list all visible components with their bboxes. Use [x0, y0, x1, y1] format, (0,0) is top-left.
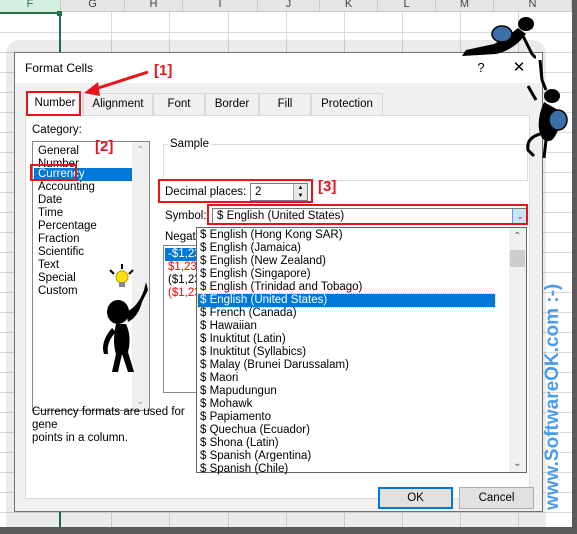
symbol-option[interactable]: $ French (Canada) [198, 307, 495, 320]
scroll-down-icon[interactable]: ⌄ [509, 455, 526, 472]
symbol-option[interactable]: $ Mapudungun [198, 385, 495, 398]
annotation-label-3: [3] [318, 178, 337, 195]
column-header-m[interactable]: M [436, 0, 494, 12]
description-line: Currency formats are used for gene [32, 406, 185, 431]
category-item-general[interactable]: General [34, 145, 133, 158]
column-header-n[interactable]: N [494, 0, 572, 12]
category-item-accounting[interactable]: Accounting [34, 181, 133, 194]
symbol-label: Symbol: [165, 210, 207, 222]
annotation-box-tab [26, 91, 81, 116]
column-header-f[interactable]: F [0, 0, 61, 12]
annotation-box-category [30, 164, 77, 181]
help-button[interactable]: ? [471, 58, 491, 78]
tab-border[interactable]: Border [205, 93, 259, 115]
monkey-hanging-icon [526, 60, 568, 159]
watermark-text: www.SoftwareOK.com :-) [542, 283, 563, 510]
scroll-up-icon[interactable]: ⌃ [132, 142, 149, 159]
category-description: Currency formats are used for gene point… [32, 406, 212, 445]
tab-font[interactable]: Font [153, 93, 205, 115]
annotation-box-symbol [207, 204, 528, 225]
monkey-climbing-icon [462, 17, 536, 59]
frame-edge [0, 527, 577, 534]
symbol-option[interactable]: $ Quechua (Ecuador) [198, 424, 495, 437]
symbol-option[interactable]: $ Papiamento [198, 411, 495, 424]
column-header-row: F G H I J K L M N [0, 0, 577, 12]
symbol-option[interactable]: $ English (Trinidad and Tobago) [198, 281, 495, 294]
tab-protection[interactable]: Protection [311, 93, 383, 115]
sample-group: Sample [163, 138, 528, 181]
symbol-option[interactable]: $ English (Singapore) [198, 268, 495, 281]
symbol-option[interactable]: $ Hawaiian [198, 320, 495, 333]
ok-button[interactable]: OK [378, 487, 453, 509]
column-header-l[interactable]: L [378, 0, 436, 12]
stick-figure-idea-icon [103, 264, 148, 372]
column-header-g[interactable]: G [61, 0, 125, 12]
annotation-label-1: [1] [154, 62, 173, 79]
category-item-scientific[interactable]: Scientific [34, 246, 133, 259]
symbol-option[interactable]: $ English (United States) [197, 293, 496, 308]
symbol-option[interactable]: $ Inuktitut (Latin) [198, 333, 495, 346]
scrollbar-thumb[interactable] [510, 250, 525, 267]
annotation-box-decimal [158, 179, 313, 203]
symbol-option[interactable]: $ Malay (Brunei Darussalam) [198, 359, 495, 372]
fill-handle[interactable] [57, 11, 62, 16]
symbol-option[interactable]: $ Inuktitut (Syllabics) [198, 346, 495, 359]
category-item-date[interactable]: Date [34, 194, 133, 207]
symbol-option[interactable]: $ Spanish (Argentina) [198, 450, 495, 463]
column-header-i[interactable]: I [183, 0, 258, 12]
symbol-option[interactable]: $ Spanish (Chile) [198, 463, 495, 476]
category-item-time[interactable]: Time [34, 207, 133, 220]
symbol-option[interactable]: $ Shona (Latin) [198, 437, 495, 450]
category-item-percentage[interactable]: Percentage [34, 220, 133, 233]
column-header-j[interactable]: J [258, 0, 320, 12]
scroll-up-icon[interactable]: ⌃ [509, 228, 526, 245]
category-label: Category: [32, 124, 82, 136]
symbol-option[interactable]: $ Mohawk [198, 398, 495, 411]
category-item-fraction[interactable]: Fraction [34, 233, 133, 246]
symbol-options-list[interactable]: $ English (Hong Kong SAR) $ English (Jama… [196, 227, 527, 476]
frame-edge [572, 0, 577, 534]
symbol-option[interactable]: $ English (Jamaica) [198, 242, 495, 255]
column-header-k[interactable]: K [320, 0, 378, 12]
symbol-option[interactable]: $ English (New Zealand) [198, 255, 495, 268]
annotation-arrow-icon [84, 70, 149, 96]
annotation-label-2: [2] [95, 138, 114, 155]
sample-label: Sample [168, 138, 211, 150]
symbol-option[interactable]: $ Maori [198, 372, 495, 385]
description-line: points in a column. [32, 432, 128, 444]
cell-selection-border [0, 12, 61, 14]
tab-fill[interactable]: Fill [259, 93, 311, 115]
column-header-h[interactable]: H [125, 0, 183, 12]
symbol-list-scrollbar[interactable]: ⌃ ⌄ [509, 228, 526, 472]
cancel-button[interactable]: Cancel [459, 487, 534, 509]
symbol-option[interactable]: $ English (Hong Kong SAR) [198, 229, 495, 242]
